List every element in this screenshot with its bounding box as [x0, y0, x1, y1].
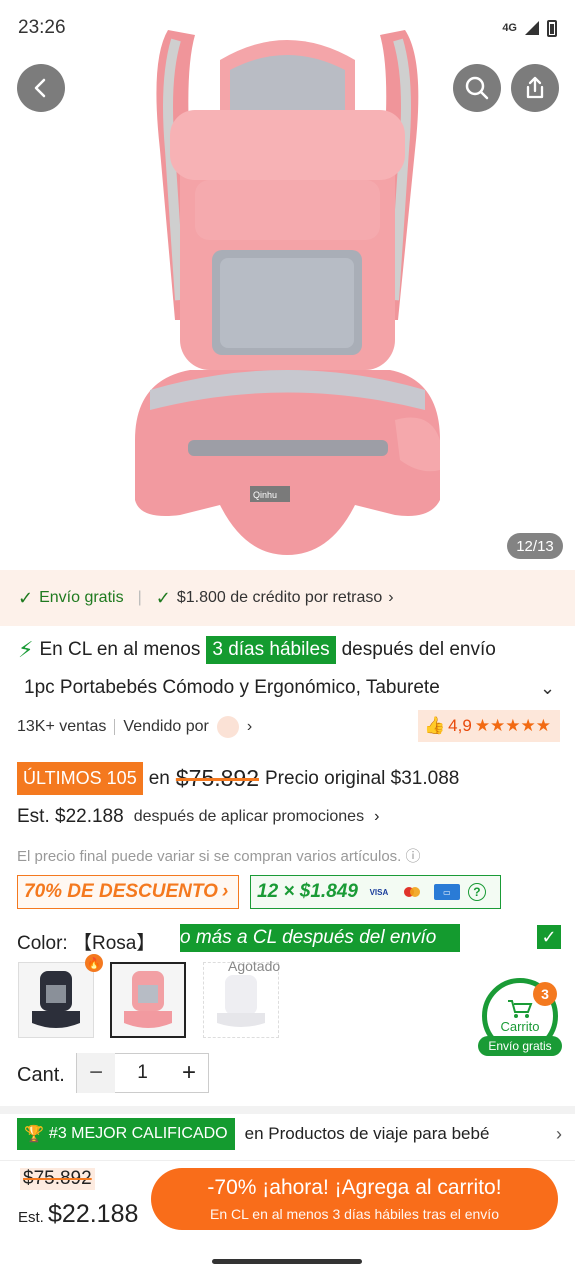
- delivery-prefix: En CL en al menos: [39, 639, 201, 660]
- installments-label: 12 × $1.849: [257, 881, 358, 902]
- est-value: 22.188: [61, 1200, 139, 1228]
- sales-count: 13K+ ventas: [17, 718, 107, 735]
- sold-out-label: Agotado: [228, 958, 281, 974]
- back-button[interactable]: [17, 64, 65, 112]
- add-to-cart-label: -70% ¡ahora! ¡Agrega al carrito!: [207, 1176, 502, 1199]
- chevron-right-icon: ›: [388, 589, 394, 606]
- status-bar: 23:26 4G: [0, 0, 575, 56]
- decrease-button[interactable]: −: [77, 1053, 115, 1093]
- chevron-down-icon[interactable]: ⌄: [540, 678, 555, 699]
- delivery-suffix: después del envío: [341, 639, 496, 660]
- delay-credit-item[interactable]: ✓ $1.800 de crédito por retraso ›: [156, 588, 394, 609]
- bottom-estimated-price: Est. $22.188: [18, 1200, 138, 1229]
- after-promos-label: después de aplicar promociones: [133, 808, 365, 825]
- signal-icon: [525, 21, 539, 35]
- ranking-badge-label: #3 MEJOR CALIFICADO: [48, 1125, 228, 1142]
- section-divider: [0, 1106, 575, 1114]
- network-icon: 4G: [502, 22, 517, 34]
- quantity-label: Cant.: [17, 1064, 65, 1086]
- delivery-days-badge: 3 días hábiles: [206, 636, 336, 664]
- color-value: 【Rosa】: [72, 933, 156, 954]
- free-shipping-label: Envío gratis: [39, 589, 124, 606]
- rating-stars: ★★★★★: [474, 716, 552, 735]
- rating-value: 4,9: [448, 716, 472, 735]
- add-to-cart-button[interactable]: -70% ¡ahora! ¡Agrega al carrito! En CL e…: [151, 1168, 558, 1230]
- search-icon: [465, 76, 489, 100]
- old-price: $75.892: [175, 765, 259, 791]
- white-carrier-thumbnail: [217, 975, 265, 1027]
- ranking-badge: 🏆 #3 MEJOR CALIFICADO: [17, 1118, 235, 1150]
- color-selection-label: Color: 【Rosa】: [17, 928, 155, 955]
- hot-icon: 🔥: [85, 954, 103, 972]
- discount-button[interactable]: 70% DE DESCUENTO ›: [17, 875, 239, 909]
- promo-strip[interactable]: ✓ Envío gratis | ✓ $1.800 de crédito por…: [0, 570, 575, 626]
- in-word: en: [148, 767, 170, 789]
- check-icon: ✓: [18, 587, 34, 608]
- ranking-row[interactable]: 🏆 #3 MEJOR CALIFICADO en Productos de vi…: [17, 1117, 562, 1151]
- check-icon[interactable]: ✓: [537, 925, 561, 949]
- pink-carrier-thumbnail: [124, 971, 172, 1028]
- currency-symbol: $: [48, 1200, 62, 1228]
- estimated-price-line[interactable]: Est. $22.188 después de aplicar promocio…: [17, 806, 379, 828]
- installments-button[interactable]: 12 × $1.849 VISA ▭ ?: [250, 875, 501, 909]
- cart-label: Carrito: [500, 1018, 540, 1034]
- product-title[interactable]: 1pc Portabebés Cómodo y Ergonómico, Tabu…: [24, 677, 524, 699]
- sold-by-label: Vendido por: [123, 718, 209, 735]
- chevron-right-icon: ›: [556, 1123, 562, 1144]
- free-shipping-item: ✓ Envío gratis: [18, 588, 124, 609]
- last-units-badge: ÚLTIMOS 105: [17, 762, 143, 795]
- chevron-right-icon: ›: [374, 808, 380, 825]
- quantity-value[interactable]: 1: [115, 1062, 170, 1084]
- store-logo[interactable]: [216, 716, 239, 738]
- amex-icon: ▭: [433, 884, 460, 900]
- cart-icon: [508, 999, 533, 1018]
- delivery-marquee: o más a CL después del envío: [180, 924, 460, 952]
- discount-label: 70% DE DESCUENTO: [24, 881, 218, 902]
- status-icons: 4G: [502, 19, 557, 37]
- color-swatch-black[interactable]: [18, 962, 94, 1038]
- share-icon: [526, 76, 544, 99]
- carrier-logo: Qinhu: [253, 490, 277, 500]
- black-carrier-thumbnail: [32, 971, 80, 1028]
- mastercard-icon: [400, 884, 426, 900]
- rating-badge[interactable]: 👍 4,9 ★★★★★: [418, 710, 560, 742]
- share-button[interactable]: [511, 64, 559, 112]
- ranking-category: en Productos de viaje para bebé: [244, 1124, 490, 1143]
- image-counter: 12/13: [507, 533, 563, 559]
- chevron-right-icon: ›: [246, 718, 253, 735]
- original-price-label: Precio original $31.088: [265, 767, 460, 789]
- disclaimer-text: El precio final puede variar si se compr…: [17, 848, 402, 865]
- divider: [114, 719, 116, 735]
- battery-icon: [547, 19, 557, 37]
- quantity-stepper: − 1 +: [76, 1053, 209, 1093]
- trophy-icon: 🏆: [24, 1126, 44, 1143]
- help-icon[interactable]: ⓘ: [406, 848, 421, 865]
- sales-seller-line[interactable]: 13K+ ventas Vendido por ›: [17, 716, 252, 738]
- increase-button[interactable]: +: [170, 1053, 208, 1093]
- check-icon: ✓: [155, 587, 171, 608]
- cart-count-badge: 3: [533, 982, 557, 1006]
- add-to-cart-subtitle: En CL en al menos 3 días hábiles tras el…: [210, 1206, 499, 1222]
- question-icon[interactable]: ?: [467, 883, 486, 901]
- color-label: Color:: [17, 933, 68, 954]
- color-swatch-pink[interactable]: [110, 962, 186, 1038]
- back-arrow-icon: [34, 78, 46, 98]
- status-time: 23:26: [18, 17, 66, 38]
- price-disclaimer: El precio final puede variar si se compr…: [17, 845, 421, 866]
- bottom-old-price: $75.892: [20, 1168, 95, 1190]
- cart-free-shipping: Envío gratis: [478, 1036, 562, 1056]
- estimated-price: Est. $22.188: [17, 806, 124, 827]
- lightning-icon: ⚡: [18, 637, 34, 662]
- thumbs-up-icon: 👍: [424, 716, 446, 735]
- est-label: Est.: [18, 1209, 49, 1226]
- chevron-right-icon: ›: [221, 881, 229, 902]
- delay-credit-label: $1.800 de crédito por retraso: [176, 589, 383, 606]
- delivery-estimate: ⚡ En CL en al menos 3 días hábiles despu…: [18, 636, 496, 664]
- price-line: ÚLTIMOS 105 en $75.892 Precio original $…: [17, 762, 459, 795]
- home-indicator[interactable]: [212, 1259, 362, 1264]
- divider: |: [137, 589, 142, 606]
- search-button[interactable]: [453, 64, 501, 112]
- visa-icon: VISA: [369, 887, 389, 897]
